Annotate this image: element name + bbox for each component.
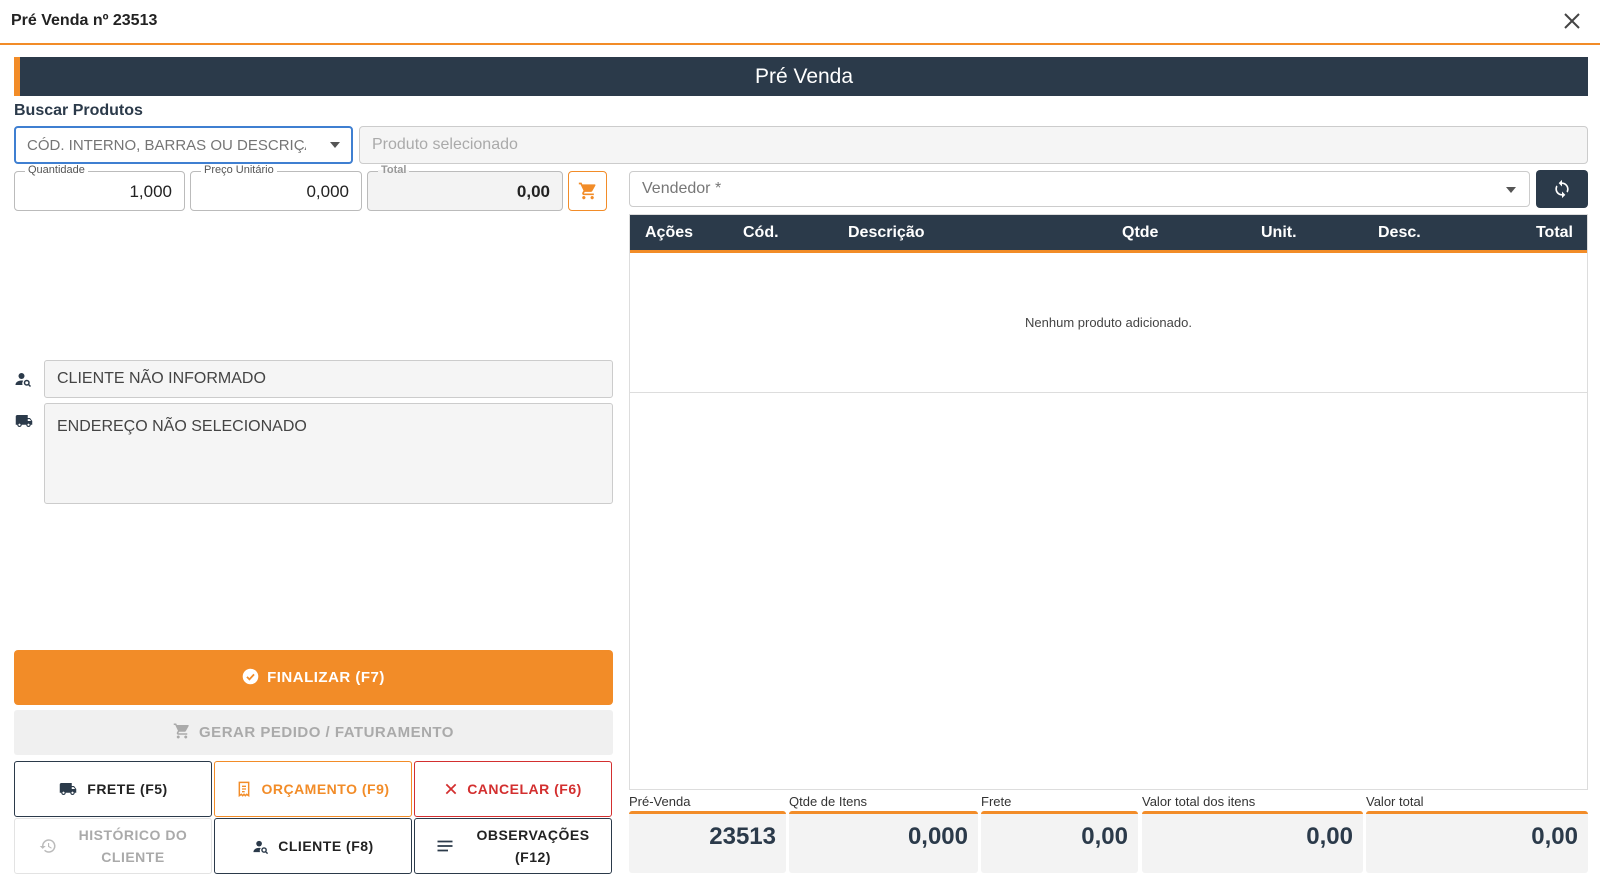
quantity-label: Quantidade — [25, 164, 88, 176]
quantity-value: 1,000 — [129, 182, 172, 201]
col-acoes: Ações — [645, 224, 694, 241]
col-descricao: Descrição — [848, 224, 925, 241]
unit-price-field[interactable]: Preço Unitário 0,000 — [190, 164, 362, 211]
receipt-icon — [239, 781, 250, 798]
finalizar-label: FINALIZAR (F7) — [267, 669, 385, 686]
summary-pre-venda: Pré-Venda 23513 — [629, 794, 786, 873]
summary-qtde-itens: Qtde de Itens 0,000 — [789, 794, 978, 873]
summary-label: Qtde de Itens — [789, 794, 868, 809]
summary-valor-itens: Valor total dos itens 0,00 — [1142, 794, 1363, 873]
add-to-cart-button[interactable] — [568, 171, 607, 211]
notes-icon — [437, 840, 453, 852]
col-total: Total — [1535, 224, 1573, 241]
cliente-label: CLIENTE (F8) — [278, 838, 374, 854]
frete-button[interactable]: FRETE (F5) — [14, 761, 212, 817]
truck-icon — [14, 412, 34, 432]
summary-valor-total: Valor total 0,00 — [1366, 794, 1588, 873]
finalizar-button[interactable]: FINALIZAR (F7) — [14, 650, 613, 705]
summary-value: 0,00 — [981, 811, 1138, 873]
refresh-button[interactable] — [1536, 170, 1588, 208]
selected-product-field: Produto selecionado — [359, 126, 1588, 164]
person-search-icon — [14, 370, 34, 390]
historico-label: HISTÓRICO DO CLIENTE — [79, 824, 188, 868]
chevron-down-icon[interactable] — [1506, 187, 1516, 193]
vendor-select[interactable]: Vendedor * — [629, 171, 1530, 207]
total-value: 0,00 — [516, 182, 550, 201]
observacoes-label: OBSERVAÇÕES (F12) — [476, 824, 589, 868]
empty-message: Nenhum produto adicionado. — [630, 253, 1587, 393]
product-search-input[interactable] — [16, 128, 306, 162]
observacoes-button[interactable]: OBSERVAÇÕES (F12) — [414, 818, 612, 874]
items-table: Ações Cód. Descrição Qtde Unit. Desc. To… — [629, 214, 1588, 790]
summary-label: Valor total — [1366, 794, 1424, 809]
gerar-pedido-button[interactable]: GERAR PEDIDO / FATURAMENTO — [14, 710, 613, 755]
col-qtde: Qtde — [1122, 224, 1159, 241]
refresh-icon — [1555, 179, 1569, 199]
table-header: Ações Cód. Descrição Qtde Unit. Desc. To… — [630, 215, 1587, 253]
historico-button[interactable]: HISTÓRICO DO CLIENTE — [14, 818, 212, 874]
search-section-label: Buscar Produtos — [14, 102, 143, 119]
address-field[interactable]: ENDEREÇO NÃO SELECIONADO — [44, 403, 613, 504]
observacoes-label-line1: OBSERVAÇÕES — [476, 827, 590, 843]
page-banner: Pré Venda — [14, 57, 1588, 96]
cliente-button[interactable]: CLIENTE (F8) — [214, 818, 412, 874]
summary-value: 0,000 — [789, 811, 978, 873]
summary-label: Valor total dos itens — [1142, 794, 1256, 809]
summary-value: 0,00 — [1142, 811, 1363, 873]
history-icon — [39, 839, 56, 853]
truck-icon — [60, 783, 77, 795]
frete-label: FRETE (F5) — [87, 781, 168, 797]
close-icon[interactable] — [1560, 9, 1584, 33]
col-desc: Desc. — [1378, 224, 1421, 241]
quantity-field[interactable]: Quantidade 1,000 — [14, 164, 185, 211]
total-field: Total 0,00 — [367, 164, 563, 211]
cart-icon — [173, 723, 189, 739]
col-cod: Cód. — [743, 224, 779, 241]
client-field[interactable]: CLIENTE NÃO INFORMADO — [44, 360, 613, 398]
cancelar-label: CANCELAR (F6) — [467, 781, 582, 797]
summary-value: 0,00 — [1366, 811, 1588, 873]
cart-icon — [578, 182, 596, 200]
product-search-select[interactable] — [14, 126, 353, 164]
chevron-down-icon[interactable] — [330, 142, 340, 148]
vendor-placeholder: Vendedor * — [642, 180, 722, 197]
historico-label-line1: HISTÓRICO DO — [78, 827, 188, 843]
orcamento-label: ORÇAMENTO (F9) — [261, 781, 390, 797]
summary-label: Pré-Venda — [629, 794, 691, 809]
gerar-label: GERAR PEDIDO / FATURAMENTO — [199, 724, 454, 741]
dialog-title: Pré Venda nº 23513 — [11, 12, 158, 29]
x-icon — [445, 783, 457, 795]
dialog-header: Pré Venda nº 23513 — [0, 0, 1600, 45]
col-unit: Unit. — [1261, 224, 1297, 241]
unit-price-value: 0,000 — [306, 182, 349, 201]
summary-value: 23513 — [629, 811, 786, 873]
observacoes-label-line2: (F12) — [515, 849, 551, 865]
orcamento-button[interactable]: ORÇAMENTO (F9) — [214, 761, 412, 817]
cancelar-button[interactable]: CANCELAR (F6) — [414, 761, 612, 817]
total-label: Total — [378, 164, 410, 176]
check-circle-icon — [242, 668, 259, 685]
summary-frete: Frete 0,00 — [981, 794, 1138, 873]
person-search-icon — [253, 840, 269, 854]
unit-price-label: Preço Unitário — [201, 164, 277, 176]
summary-label: Frete — [981, 794, 1012, 809]
historico-label-line2: CLIENTE — [101, 849, 165, 865]
